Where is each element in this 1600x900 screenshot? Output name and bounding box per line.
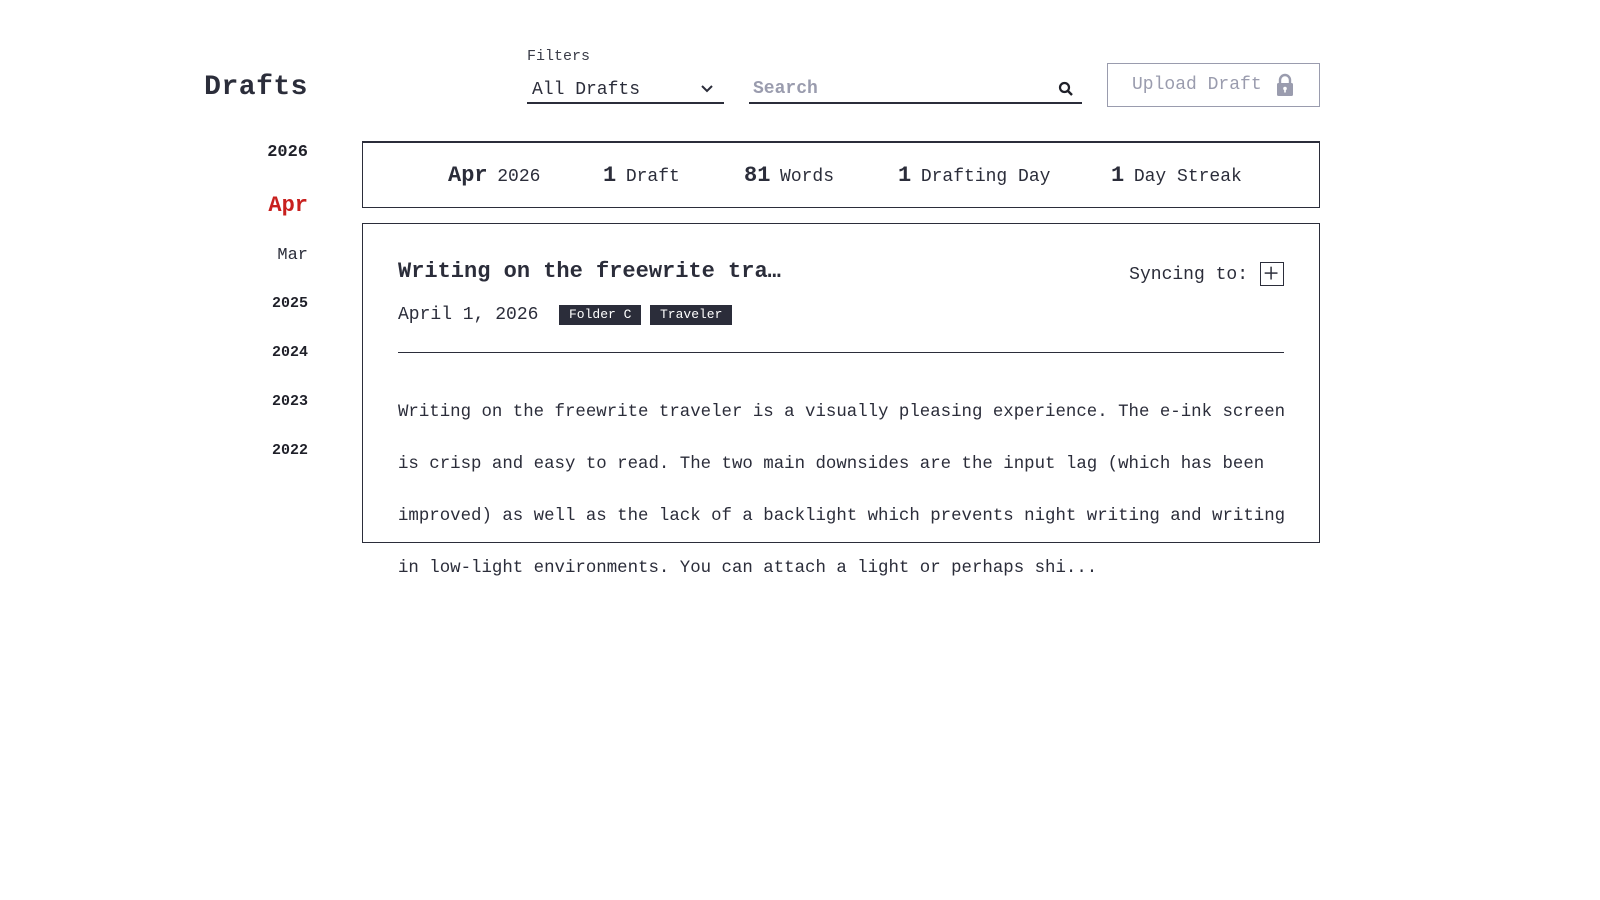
plus-icon	[1264, 266, 1278, 280]
stat-year: 2026	[497, 167, 541, 187]
stats-bar: Apr 2026 1 Draft 81 Words 1 Drafting Day…	[362, 141, 1320, 208]
stat-words: 81 Words	[744, 163, 834, 188]
timeline-year-2025[interactable]: 2025	[272, 295, 308, 312]
tag-device[interactable]: Traveler	[650, 305, 733, 325]
timeline-year-2026[interactable]: 2026	[267, 143, 308, 162]
draft-title[interactable]: Writing on the freewrite tra…	[398, 259, 781, 284]
lock-icon	[1277, 73, 1293, 96]
stat-streak-count: 1	[1111, 163, 1125, 188]
stat-days-count: 1	[898, 163, 912, 188]
excerpt-line: improved) as well as the lack of a backl…	[398, 507, 1286, 526]
timeline-year-2023[interactable]: 2023	[272, 393, 308, 410]
search-field[interactable]	[749, 76, 1082, 104]
excerpt-line: Writing on the freewrite traveler is a v…	[398, 403, 1286, 422]
draft-card[interactable]: Writing on the freewrite tra… Syncing to…	[362, 223, 1320, 578]
timeline-month-apr[interactable]: Apr	[268, 193, 308, 218]
stat-drafts-count: 1	[603, 163, 617, 188]
card-divider	[398, 352, 1284, 353]
timeline-year-2024[interactable]: 2024	[272, 344, 308, 361]
timeline-year-2022[interactable]: 2022	[272, 442, 308, 459]
page-title: Drafts	[204, 72, 308, 103]
stat-words-count: 81	[744, 163, 771, 188]
filter-select[interactable]: All Drafts	[527, 76, 724, 104]
excerpt-line: in low-light environments. You can attac…	[398, 559, 1098, 578]
draft-date: April 1, 2026	[398, 305, 539, 325]
stat-days-label: Drafting Day	[920, 167, 1051, 187]
filters-label: Filters	[527, 48, 591, 65]
filter-select-value: All Drafts	[532, 80, 641, 100]
excerpt-line: is crisp and easy to read. The two main …	[398, 455, 1265, 474]
stat-period: Apr 2026	[448, 163, 540, 188]
add-sync-button[interactable]	[1260, 262, 1284, 286]
draft-excerpt: Writing on the freewrite traveler is a v…	[398, 374, 1288, 608]
search-input[interactable]	[753, 76, 1043, 102]
timeline-month-mar[interactable]: Mar	[277, 246, 308, 265]
stat-streak: 1 Day Streak	[1111, 163, 1242, 188]
stat-streak-label: Day Streak	[1133, 167, 1242, 187]
stat-words-label: Words	[780, 167, 835, 187]
stat-drafts: 1 Draft	[603, 163, 680, 188]
upload-draft-label: Upload Draft	[1132, 75, 1262, 95]
stat-month: Apr	[448, 163, 488, 188]
sync-label: Syncing to:	[1129, 265, 1248, 285]
chevron-down-icon	[701, 85, 713, 93]
tag-folder[interactable]: Folder C	[559, 305, 642, 325]
stat-drafts-label: Draft	[625, 167, 680, 187]
search-icon[interactable]	[1058, 81, 1074, 97]
upload-draft-button[interactable]: Upload Draft	[1107, 63, 1320, 107]
stat-drafting-days: 1 Drafting Day	[898, 163, 1050, 188]
